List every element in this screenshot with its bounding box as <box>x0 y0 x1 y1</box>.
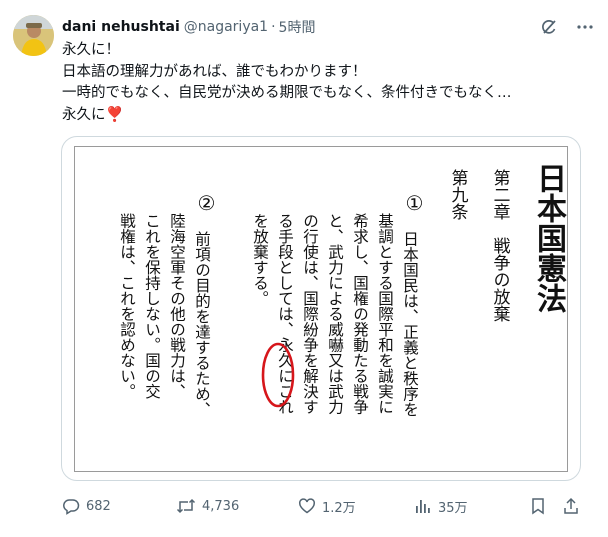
like-button[interactable]: 1.2万 <box>298 494 356 518</box>
post-text-line-4-text: 永久に <box>62 106 106 123</box>
avatar[interactable] <box>13 15 54 56</box>
paragraph-2-col-4: 戦権は、これを認めない。 <box>118 213 136 399</box>
bookmark-button[interactable] <box>529 494 547 518</box>
paragraph-2-col-3: これを保持しない。国の交 <box>143 213 161 399</box>
more-icon[interactable] <box>574 16 596 38</box>
paragraph-1-col-4: と、武力による威嚇又は武力 <box>326 213 344 416</box>
reply-button[interactable]: 682 <box>62 494 111 518</box>
action-bar: 682 4,736 1.2万 35万 <box>62 494 592 518</box>
constitution-page: 日本国憲法 第二章 戦争の放棄 第九条 ① 日本国民は、正義と秩序を 基調とする… <box>74 146 568 472</box>
post-text-line-4: 永久に❣️ <box>62 105 512 127</box>
repost-button[interactable]: 4,736 <box>176 494 239 518</box>
paragraph-2-col-1: 前項の目的を達するため、 <box>193 231 211 417</box>
paragraph-1-col-1: 日本国民は、正義と秩序を <box>401 231 419 417</box>
share-button[interactable] <box>562 494 580 518</box>
post-image[interactable]: 日本国憲法 第二章 戦争の放棄 第九条 ① 日本国民は、正義と秩序を 基調とする… <box>61 136 581 481</box>
paragraph-1-number: ① <box>403 191 427 215</box>
bookmark-icon <box>532 498 544 515</box>
heart-emoji: ❣️ <box>105 106 124 123</box>
views-count: 35万 <box>438 500 468 516</box>
post-time[interactable]: 5時間 <box>279 17 316 37</box>
image-chapter: 第二章 戦争の放棄 <box>490 169 511 322</box>
share-icon <box>564 497 578 514</box>
paragraph-2-number: ② <box>195 191 219 215</box>
like-count: 1.2万 <box>322 500 356 516</box>
paragraph-1-col-5: の行使は、国際紛争を解決す <box>301 213 319 415</box>
views-button[interactable]: 35万 <box>414 494 468 518</box>
post: dani nehushtai @nagariya1 · 5時間 永久に！ 日本語… <box>0 0 608 537</box>
separator-dot: · <box>271 19 276 35</box>
repost-count: 4,736 <box>202 498 240 514</box>
repost-icon <box>176 498 196 514</box>
grok-icon[interactable] <box>538 16 560 38</box>
author-handle[interactable]: @nagariya1 <box>184 19 268 35</box>
author-name[interactable]: dani nehushtai <box>62 19 180 35</box>
like-icon <box>299 498 315 514</box>
post-text-line-1: 永久に！ <box>62 42 120 58</box>
post-header: dani nehushtai @nagariya1 · 5時間 <box>62 17 315 37</box>
post-text: 永久に！ 日本語の理解力があれば、誰でもわかります！ 一時的でもなく、自民党が決… <box>62 40 512 126</box>
image-article: 第九条 <box>448 169 469 220</box>
paragraph-1-col-7: を放棄する。 <box>251 213 269 306</box>
views-icon <box>416 500 430 513</box>
post-top-actions <box>538 16 596 38</box>
post-text-line-3: 一時的でもなく、自民党が決める期限でもなく、条件付きでもなく… <box>62 85 512 101</box>
paragraph-1-col-2: 基調とする国際平和を誠実に <box>376 213 394 415</box>
image-title: 日本国憲法 <box>531 163 567 313</box>
paragraph-2-col-2: 陸海空軍その他の戦力は、 <box>168 213 186 399</box>
reply-count: 682 <box>86 498 111 514</box>
reply-icon <box>63 499 80 515</box>
paragraph-1-col-3: 希求し、国権の発動たる戦争 <box>351 213 369 416</box>
post-text-line-2: 日本語の理解力があれば、誰でもわかります！ <box>62 63 367 80</box>
